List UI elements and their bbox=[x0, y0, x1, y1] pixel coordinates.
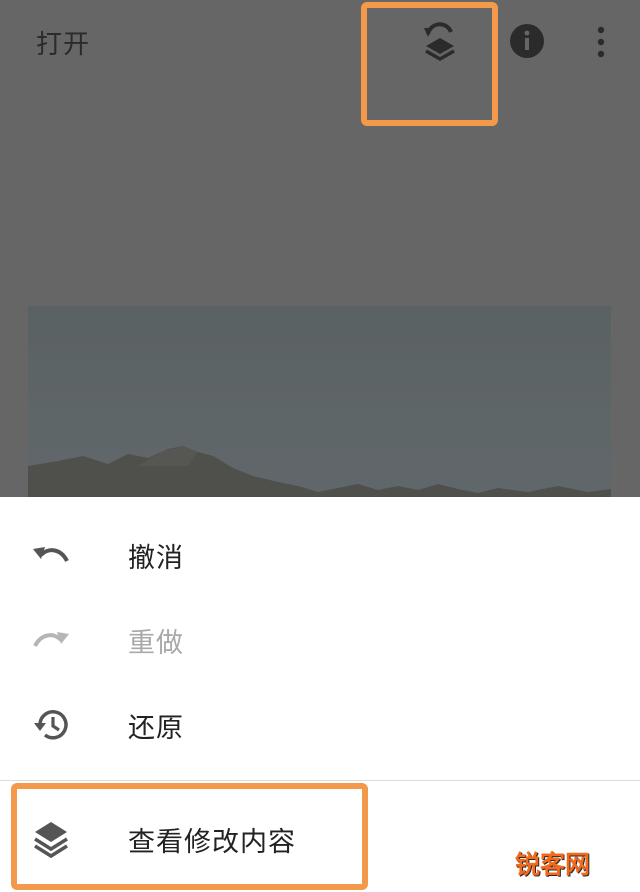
highlight-box-view-edits bbox=[11, 783, 368, 890]
menu-divider bbox=[0, 780, 640, 781]
bottom-sheet-menu: 撤消 重做 还原 查看修改内容 bbox=[0, 497, 640, 892]
menu-item-redo[interactable]: 重做 bbox=[0, 598, 640, 682]
photo-preview bbox=[28, 306, 611, 498]
menu-item-revert[interactable]: 还原 bbox=[0, 683, 640, 767]
menu-item-label: 还原 bbox=[128, 712, 184, 744]
info-button[interactable] bbox=[508, 22, 546, 60]
app-bar: 打开 bbox=[0, 0, 640, 84]
mountain-image bbox=[28, 446, 611, 498]
more-options-button[interactable] bbox=[586, 20, 616, 64]
more-vert-icon bbox=[597, 26, 605, 58]
menu-item-undo[interactable]: 撤消 bbox=[0, 513, 640, 597]
restore-history-icon bbox=[30, 704, 72, 746]
watermark-text: 锐客网 bbox=[515, 850, 591, 879]
info-icon bbox=[510, 24, 544, 58]
menu-item-label: 重做 bbox=[128, 627, 184, 659]
redo-icon bbox=[30, 619, 72, 661]
open-button[interactable]: 打开 bbox=[36, 24, 90, 61]
highlight-box-history-button bbox=[361, 2, 498, 126]
undo-icon bbox=[30, 534, 72, 576]
watermark-logo: 锐客网 bbox=[515, 843, 627, 883]
menu-item-label: 撤消 bbox=[128, 542, 184, 574]
